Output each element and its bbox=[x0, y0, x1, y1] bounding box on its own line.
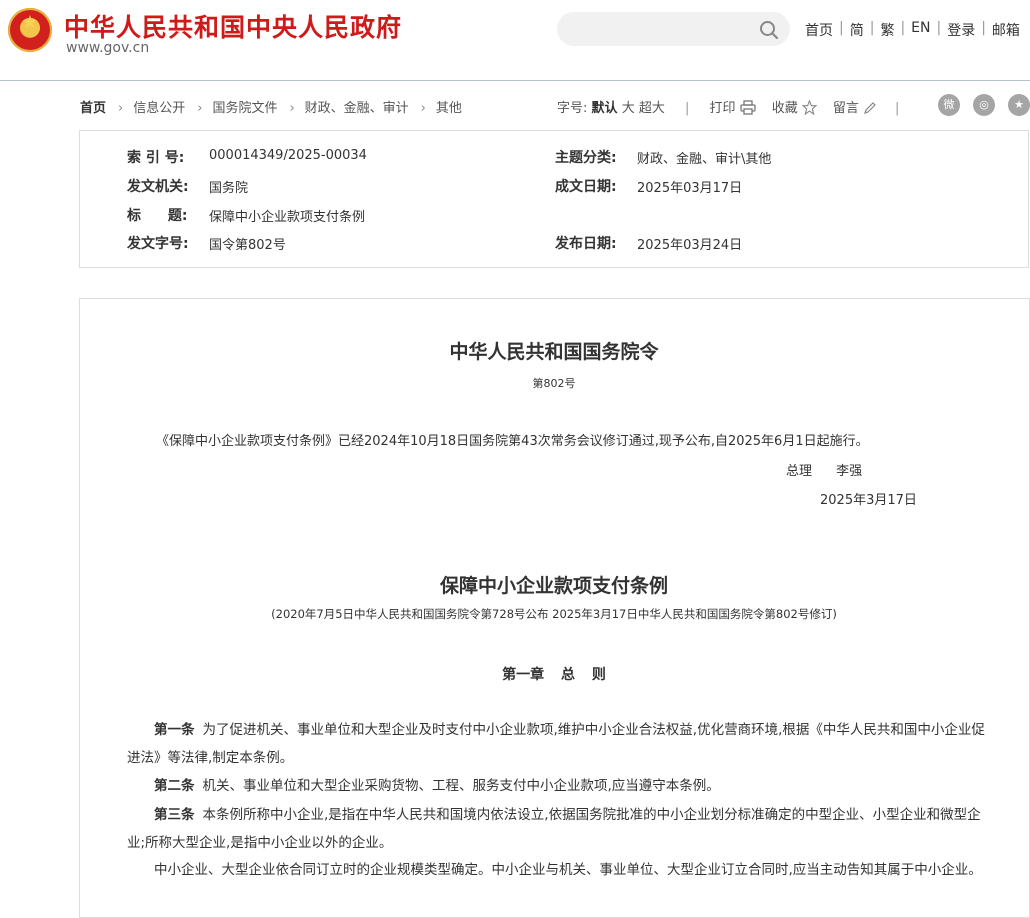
national-emblem-logo[interactable]: ★ bbox=[8, 8, 52, 52]
pencil-icon bbox=[863, 102, 876, 114]
doc-number-label: 发文字号: bbox=[127, 236, 189, 252]
article-label: 第二条 bbox=[154, 778, 195, 794]
article-paragraph: 第一条 为了促进机关、事业单位和大型企业及时支付中小企业款项,维护中小企业合法权益… bbox=[127, 722, 985, 766]
issuer-value: 国务院 bbox=[209, 181, 249, 196]
nav-home[interactable]: 首页 bbox=[805, 20, 833, 40]
article-paragraph: 第二条 机关、事业单位和大型企业采购货物、工程、服务支付中小企业款项,应当遵守本条… bbox=[154, 778, 720, 794]
nav-english[interactable]: EN bbox=[911, 20, 930, 36]
weibo-icon[interactable]: 微 bbox=[938, 94, 960, 116]
comment-button[interactable]: 留言 bbox=[833, 101, 877, 116]
site-title[interactable]: 中华人民共和国中央人民政府 bbox=[64, 8, 402, 44]
published-date-value: 2025年03月24日 bbox=[637, 238, 743, 253]
page-tools: 字号: 默认 大 超大 | 打印 收藏 留言 | bbox=[557, 99, 900, 116]
index-label: 索 引 号: bbox=[127, 150, 185, 166]
nav-traditional[interactable]: 繁 bbox=[880, 20, 894, 40]
breadcrumb-home[interactable]: 首页 bbox=[80, 101, 106, 116]
font-size-xlarge[interactable]: 超大 bbox=[639, 101, 665, 116]
published-date-label: 发布日期: bbox=[555, 236, 617, 252]
regulation-subtitle: (2020年7月5日中华人民共和国国务院令第728号公布 2025年3月17日中… bbox=[271, 607, 837, 621]
article-paragraph: 中小企业、大型企业依合同订立时的企业规模类型确定。中小企业与机关、事业单位、大型… bbox=[154, 862, 982, 878]
font-size-label: 字号: bbox=[557, 101, 588, 116]
nav-mail[interactable]: 邮箱 bbox=[992, 20, 1020, 40]
wechat-icon[interactable]: ◎ bbox=[973, 94, 995, 116]
search-box bbox=[557, 12, 790, 46]
nav-simplified[interactable]: 简 bbox=[850, 20, 864, 40]
signatory: 总理 李强 bbox=[786, 464, 863, 479]
breadcrumb: 首页 › 信息公开 › 国务院文件 › 财政、金融、审计 › 其他 bbox=[80, 101, 462, 116]
issuer-label: 发文机关: bbox=[127, 179, 189, 195]
nav-login[interactable]: 登录 bbox=[947, 20, 975, 40]
breadcrumb-state-council-docs[interactable]: 国务院文件 bbox=[212, 101, 277, 116]
search-icon[interactable] bbox=[758, 19, 780, 41]
created-date-value: 2025年03月17日 bbox=[637, 181, 743, 196]
breadcrumb-info-disclosure[interactable]: 信息公开 bbox=[133, 101, 185, 116]
printer-icon bbox=[739, 100, 756, 115]
article-label: 第三条 bbox=[154, 807, 195, 823]
site-header: ★ 中华人民共和国中央人民政府 www.gov.cn 首页 | 简 | 繁 | EN | 登录 |… bbox=[0, 0, 1030, 81]
breadcrumb-finance[interactable]: 财政、金融、审计 bbox=[305, 101, 409, 116]
order-title: 中华人民共和国国务院令 bbox=[449, 341, 659, 363]
article-label: 第一条 bbox=[154, 722, 195, 738]
star-outline-icon bbox=[801, 99, 818, 116]
topic-value: 财政、金融、审计\其他 bbox=[637, 152, 772, 167]
order-number: 第802号 bbox=[532, 377, 576, 390]
font-size-default[interactable]: 默认 bbox=[592, 101, 618, 116]
article-paragraph: 第三条 本条例所称中小企业,是指在中华人民共和国境内依法设立,依据国务院批准的中小… bbox=[127, 807, 981, 851]
chapter-heading: 第一章 总 则 bbox=[502, 667, 606, 683]
site-url: www.gov.cn bbox=[66, 40, 150, 56]
topic-label: 主题分类: bbox=[555, 150, 617, 166]
doc-number-value: 国令第802号 bbox=[209, 238, 286, 253]
breadcrumb-other[interactable]: 其他 bbox=[436, 101, 462, 116]
sign-date: 2025年3月17日 bbox=[820, 493, 917, 508]
created-date-label: 成文日期: bbox=[555, 179, 617, 195]
title-label: 标 题: bbox=[127, 208, 188, 224]
star-icon[interactable]: ★ bbox=[1008, 94, 1030, 116]
favorite-button[interactable]: 收藏 bbox=[772, 99, 818, 116]
font-size-large[interactable]: 大 bbox=[622, 101, 635, 116]
search-input[interactable] bbox=[571, 19, 755, 41]
regulation-title: 保障中小企业款项支付条例 bbox=[439, 575, 668, 597]
title-value: 保障中小企业款项支付条例 bbox=[209, 210, 366, 225]
promulgation-text: 《保障中小企业款项支付条例》已经2024年10月18日国务院第43次常务会议修订… bbox=[156, 434, 869, 449]
index-value: 000014349/2025-00034 bbox=[209, 148, 367, 163]
print-button[interactable]: 打印 bbox=[710, 100, 756, 116]
top-nav: 首页 | 简 | 繁 | EN | 登录 | 邮箱 bbox=[805, 20, 1020, 40]
